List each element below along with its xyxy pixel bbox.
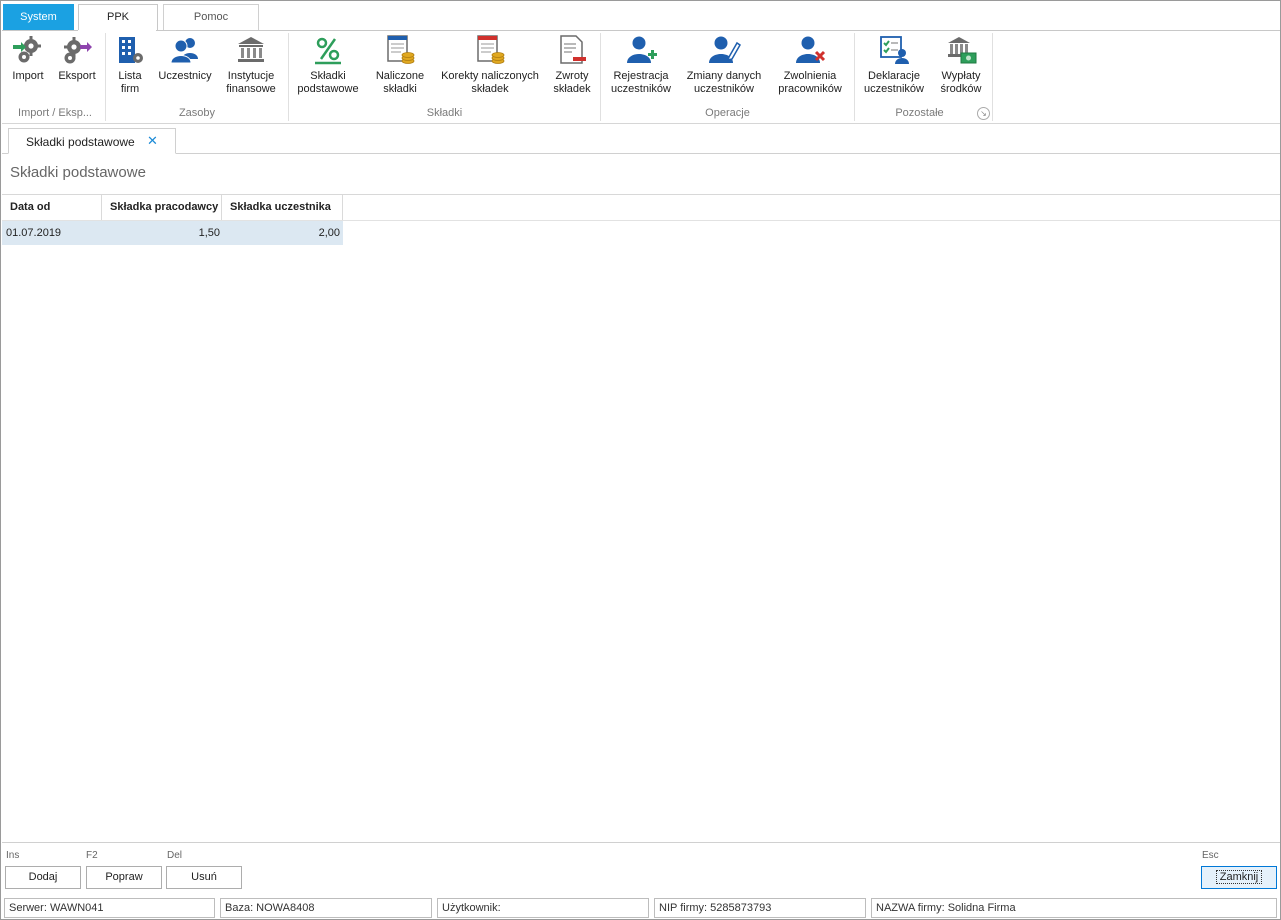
usun-button[interactable]: Usuń xyxy=(166,866,242,889)
naliczone-skladki-button[interactable]: Naliczone składki xyxy=(371,33,429,101)
group-label-pozostale: Pozostałe xyxy=(895,107,944,119)
deklaracje-uczestnikow-button[interactable]: Deklaracje uczestników xyxy=(859,33,929,101)
status-nazwa-firmy: NAZWA firmy: Solidna Firma xyxy=(871,898,1277,918)
zwolnienia-pracownikow-button[interactable]: Zwolnienia pracowników xyxy=(772,33,848,101)
zwolnienia-label-2: pracowników xyxy=(778,83,842,95)
close-tab-icon[interactable]: ✕ xyxy=(147,133,158,149)
cell-data-od: 01.07.2019 xyxy=(6,227,62,239)
zwolnienia-label-1: Zwolnienia xyxy=(783,70,837,82)
document-tab-label: Składki podstawowe xyxy=(26,135,135,149)
naliczone-label-2: składki xyxy=(383,83,417,95)
import-label: Import xyxy=(12,70,44,82)
skladki-podstawowe-label-2: podstawowe xyxy=(297,83,359,95)
import-gears-icon xyxy=(13,36,41,63)
bank-icon xyxy=(238,37,264,62)
hint-esc: Esc xyxy=(1202,850,1219,861)
status-uzytkownik: Użytkownik: xyxy=(437,898,649,918)
bank-money-icon xyxy=(948,37,977,64)
user-add-icon xyxy=(627,36,657,63)
user-edit-icon xyxy=(709,36,741,63)
instytucje-label-2: finansowe xyxy=(226,83,276,95)
instytucje-label-1: Instytucje xyxy=(227,70,275,82)
document-tab-skladki-podstawowe[interactable]: Składki podstawowe ✕ xyxy=(8,128,176,154)
users-icon xyxy=(170,38,198,64)
user-remove-icon xyxy=(796,36,826,63)
skladki-podstawowe-label-1: Składki xyxy=(310,70,346,82)
uczestnicy-button[interactable]: Uczestnicy xyxy=(156,33,214,101)
uczestnicy-label: Uczestnicy xyxy=(158,70,212,82)
cell-skladka-uczestnika: 2,00 xyxy=(318,227,340,239)
percent-icon xyxy=(315,37,341,65)
eksport-label: Eksport xyxy=(58,70,96,82)
tab-pomoc[interactable]: Pomoc xyxy=(163,4,259,30)
lista-firm-button[interactable]: Lista firm xyxy=(110,33,150,101)
tab-system[interactable]: System xyxy=(3,4,74,30)
naliczone-label-1: Naliczone xyxy=(375,70,425,82)
hint-del: Del xyxy=(167,850,183,861)
ribbon-tabbar: System PPK Pomoc xyxy=(2,4,1280,31)
export-gears-icon xyxy=(64,37,92,64)
deklaracje-label-2: uczestników xyxy=(864,83,924,95)
column-header-data-od[interactable]: Data od xyxy=(2,195,102,220)
table-row[interactable]: 01.07.2019 1,50 2,00 xyxy=(2,221,343,245)
zmiany-danych-button[interactable]: Zmiany danych uczestników xyxy=(682,33,766,101)
group-label-import-eksport: Import / Eksp... xyxy=(18,107,92,119)
korekty-label-2: składek xyxy=(471,83,509,95)
group-label-operacje: Operacje xyxy=(705,107,750,119)
zwroty-skladek-button[interactable]: Zwroty składek xyxy=(548,33,596,101)
wyplaty-label-2: środków xyxy=(940,83,982,95)
building-icon xyxy=(119,37,143,63)
checklist-users-icon xyxy=(880,36,909,64)
status-baza: Baza: NOWA8408 xyxy=(220,898,432,918)
import-button[interactable]: Import xyxy=(5,33,51,101)
zwroty-label-1: Zwroty xyxy=(555,70,589,82)
application-window: System PPK Pomoc Import Eksport Lista fi… xyxy=(0,0,1281,920)
zmiany-label-1: Zmiany danych xyxy=(686,70,762,82)
footer-divider xyxy=(2,842,1280,843)
column-header-skladka-pracodawcy[interactable]: Składka pracodawcy xyxy=(102,195,222,220)
dodaj-button[interactable]: Dodaj xyxy=(5,866,81,889)
page-title: Składki podstawowe xyxy=(10,164,146,181)
instytucje-finansowe-button[interactable]: Instytucje finansowe xyxy=(220,33,282,101)
zwroty-label-2: składek xyxy=(553,83,591,95)
rejestracja-label-2: uczestników xyxy=(611,83,671,95)
rejestracja-uczestnikow-button[interactable]: Rejestracja uczestników xyxy=(606,33,676,101)
zmiany-label-2: uczestników xyxy=(694,83,754,95)
group-label-zasoby: Zasoby xyxy=(178,107,216,119)
zamknij-label: Zamknij xyxy=(1215,870,1263,884)
ribbon: Import Eksport Lista firm Uczestnicy Ins… xyxy=(2,31,1280,124)
zamknij-button[interactable]: Zamknij xyxy=(1201,866,1277,889)
cell-skladka-pracodawcy: 1,50 xyxy=(198,227,220,239)
hint-ins: Ins xyxy=(6,850,20,861)
document-minus-icon xyxy=(560,35,586,64)
deklaracje-label-1: Deklaracje xyxy=(868,70,920,82)
document-coins-icon xyxy=(387,35,415,64)
document-coins-red-icon xyxy=(477,35,505,64)
lista-firm-label-1: Lista xyxy=(118,70,142,82)
rejestracja-label-1: Rejestracja xyxy=(613,70,669,82)
popraw-button[interactable]: Popraw xyxy=(86,866,162,889)
korekty-button[interactable]: Korekty naliczonych składek xyxy=(436,33,544,101)
wyplaty-srodkow-button[interactable]: Wypłaty środków xyxy=(935,33,987,101)
wyplaty-label-1: Wypłaty xyxy=(941,70,981,82)
eksport-button[interactable]: Eksport xyxy=(54,33,100,101)
hint-f2: F2 xyxy=(86,850,98,861)
column-header-skladka-uczestnika[interactable]: Składka uczestnika xyxy=(222,195,343,220)
status-serwer: Serwer: WAWN041 xyxy=(4,898,215,918)
lista-firm-label-2: firm xyxy=(120,83,140,95)
document-tabstrip: Składki podstawowe ✕ xyxy=(2,125,1280,154)
group-launcher-icon[interactable]: ↘ xyxy=(977,107,990,120)
group-label-skladki: Składki xyxy=(426,107,463,119)
skladki-podstawowe-button[interactable]: Składki podstawowe xyxy=(292,33,364,101)
tab-ppk[interactable]: PPK xyxy=(78,4,158,31)
status-nip: NIP firmy: 5285873793 xyxy=(654,898,866,918)
korekty-label-1: Korekty naliczonych xyxy=(441,70,539,82)
